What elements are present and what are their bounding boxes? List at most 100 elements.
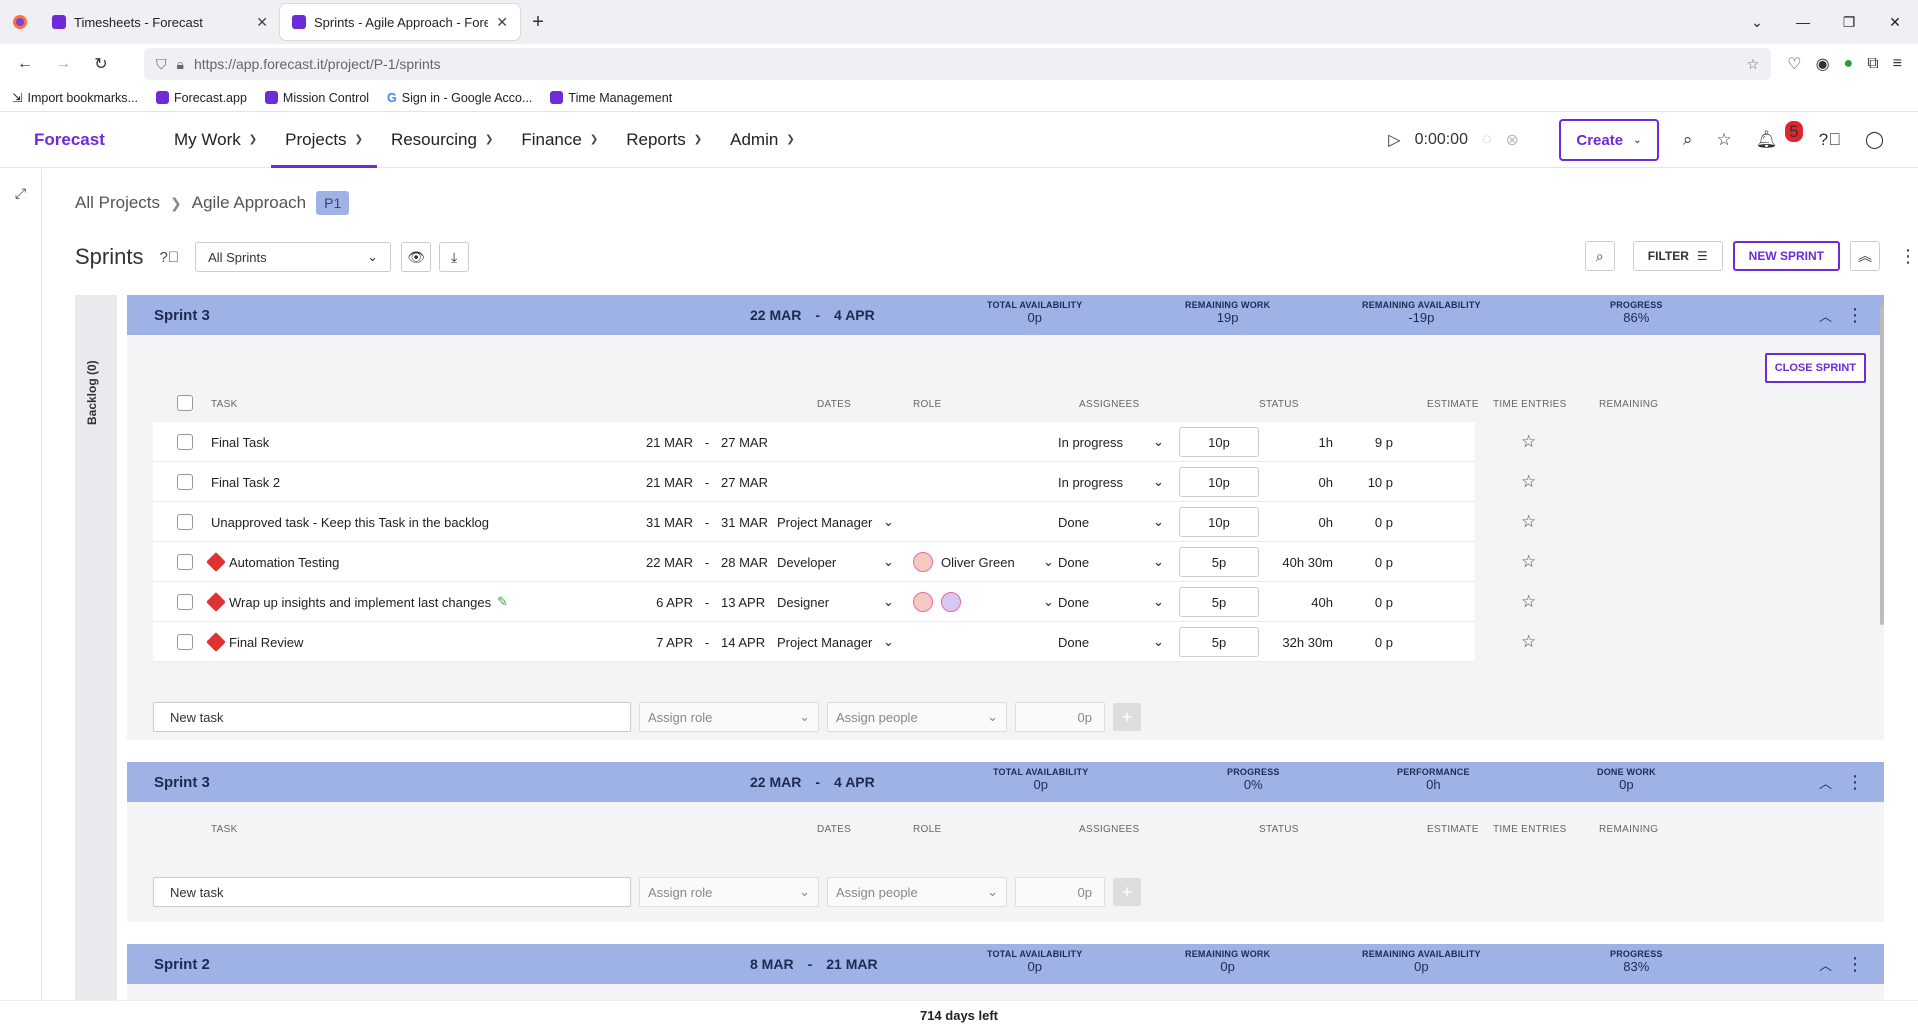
- table-row[interactable]: Final Review 7 APR -14 APR Project Manager ⌄…: [153, 622, 1536, 662]
- assign-role-select[interactable]: Assign role ⌄: [639, 702, 819, 732]
- menu-icon[interactable]: ≡: [1893, 55, 1902, 73]
- table-row[interactable]: Wrap up insights and implement last chan…: [153, 582, 1536, 622]
- more-icon[interactable]: ⋮: [1846, 305, 1864, 326]
- back-icon[interactable]: ←: [10, 55, 40, 73]
- help-circle-icon[interactable]: ?⃝: [159, 249, 179, 266]
- task-start-date[interactable]: 22 MAR: [633, 542, 693, 582]
- create-button[interactable]: Create ⌄: [1558, 119, 1659, 161]
- tab-timesheets[interactable]: Timesheets - Forecast ✕: [40, 4, 280, 40]
- task-estimate-input[interactable]: 5p: [1179, 627, 1259, 657]
- chevron-down-icon[interactable]: ⌄: [1043, 582, 1054, 622]
- bookmark-import[interactable]: ⇲ Import bookmarks...: [12, 90, 138, 106]
- task-name-cell[interactable]: Final Task 2: [211, 462, 280, 502]
- url-text[interactable]: https://app.forecast.it/project/P-1/spri…: [194, 56, 1737, 72]
- add-task-button[interactable]: +: [1113, 878, 1141, 906]
- assign-role-select[interactable]: Assign role ⌄: [639, 877, 819, 907]
- breadcrumb-project[interactable]: Agile Approach: [192, 193, 306, 213]
- task-start-date[interactable]: 21 MAR: [633, 462, 693, 502]
- task-name-cell[interactable]: Final Review: [206, 622, 303, 662]
- chevron-down-icon[interactable]: ⌄: [883, 582, 894, 622]
- collapse-all-button[interactable]: ︽: [1850, 241, 1880, 271]
- task-role[interactable]: Designer: [777, 582, 829, 622]
- star-icon[interactable]: ☆: [1521, 502, 1536, 542]
- task-status[interactable]: Done: [1058, 502, 1089, 542]
- chevron-down-icon[interactable]: ⌄: [883, 622, 894, 662]
- sprint-header[interactable]: Sprint 3 22 MAR -4 APR TOTAL AVAILABILITY…: [127, 762, 1884, 802]
- star-icon[interactable]: ☆: [1521, 582, 1536, 622]
- row-checkbox[interactable]: [177, 542, 193, 582]
- star-icon[interactable]: ☆: [1521, 422, 1536, 462]
- nav-admin[interactable]: Admin ❯: [716, 112, 809, 168]
- task-end-date[interactable]: 13 APR: [721, 582, 765, 622]
- chevron-down-icon[interactable]: ⌄: [1153, 542, 1164, 582]
- chevron-up-icon[interactable]: ︿: [1819, 955, 1832, 974]
- task-estimate-input[interactable]: 5p: [1179, 547, 1259, 577]
- download-button[interactable]: ⤓: [439, 242, 470, 272]
- assignee-cell[interactable]: [913, 582, 969, 622]
- puzzle-icon[interactable]: ⧉: [1867, 55, 1878, 73]
- forward-icon[interactable]: →: [48, 55, 78, 73]
- assignee-cell[interactable]: Oliver Green: [913, 542, 1015, 582]
- task-end-date[interactable]: 27 MAR: [721, 422, 768, 462]
- row-checkbox[interactable]: [177, 422, 193, 462]
- nav-resourcing[interactable]: Resourcing ❯: [377, 112, 507, 168]
- task-start-date[interactable]: 6 APR: [633, 582, 693, 622]
- sprint-filter-select[interactable]: All Sprints ⌄: [195, 242, 392, 272]
- pocket-icon[interactable]: ♡: [1787, 54, 1801, 74]
- task-name-cell[interactable]: Unapproved task - Keep this Task in the …: [211, 502, 489, 542]
- bookmark-forecast[interactable]: Forecast.app: [155, 91, 247, 105]
- task-role[interactable]: Project Manager: [777, 622, 872, 662]
- tab-sprints[interactable]: Sprints - Agile Approach - Forec ✕: [280, 4, 520, 40]
- nav-projects[interactable]: Projects ❯: [271, 112, 377, 168]
- chevron-down-icon[interactable]: ⌄: [1153, 622, 1164, 662]
- task-role[interactable]: Developer: [777, 542, 836, 582]
- task-end-date[interactable]: 14 APR: [721, 622, 765, 662]
- new-task-estimate[interactable]: 0p: [1015, 877, 1105, 907]
- row-checkbox[interactable]: [177, 502, 193, 542]
- chevron-down-icon[interactable]: ⌄: [883, 542, 894, 582]
- window-close-icon[interactable]: ✕: [1872, 14, 1918, 31]
- task-status[interactable]: In progress: [1058, 422, 1123, 462]
- chevron-down-icon[interactable]: ⌄: [1153, 582, 1164, 622]
- row-checkbox[interactable]: [177, 582, 193, 622]
- pencil-icon[interactable]: ✎: [497, 594, 508, 610]
- assign-people-select[interactable]: Assign people ⌄: [827, 702, 1007, 732]
- new-sprint-button[interactable]: NEW SPRINT: [1732, 241, 1840, 271]
- tab-list-icon[interactable]: ⌄: [1734, 14, 1780, 31]
- task-name-cell[interactable]: Final Task: [211, 422, 269, 462]
- new-task-input[interactable]: New task: [153, 877, 631, 907]
- chevron-down-icon[interactable]: ⌄: [1153, 462, 1164, 502]
- bookmark-google[interactable]: G Sign in - Google Acco...: [387, 91, 532, 105]
- task-start-date[interactable]: 31 MAR: [633, 502, 693, 542]
- more-icon[interactable]: ⋮: [1846, 772, 1864, 793]
- new-task-input[interactable]: New task: [153, 702, 631, 732]
- task-name-cell[interactable]: Wrap up insights and implement last chan…: [206, 582, 508, 622]
- table-row[interactable]: Final Task 21 MAR -27 MAR In progress ⌄ 10p 1h…: [153, 422, 1536, 462]
- task-estimate-input[interactable]: 5p: [1179, 587, 1259, 617]
- row-checkbox[interactable]: [177, 622, 193, 662]
- chevron-up-icon[interactable]: ︿: [1819, 773, 1832, 792]
- star-icon[interactable]: ☆: [1521, 542, 1536, 582]
- task-status[interactable]: Done: [1058, 622, 1089, 662]
- close-icon[interactable]: ✕: [256, 14, 268, 31]
- scrollbar[interactable]: [1880, 305, 1884, 625]
- chevron-down-icon[interactable]: ⌄: [883, 502, 894, 542]
- task-status[interactable]: Done: [1058, 582, 1089, 622]
- task-start-date[interactable]: 7 APR: [633, 622, 693, 662]
- more-icon[interactable]: ⋮: [1846, 954, 1864, 975]
- task-name-cell[interactable]: Automation Testing: [206, 542, 339, 582]
- nav-reports[interactable]: Reports ❯: [612, 112, 716, 168]
- expand-icon[interactable]: ⤢: [0, 185, 41, 202]
- sprint-header[interactable]: Sprint 2 8 MAR -21 MAR TOTAL AVAILABILITY…: [127, 944, 1884, 984]
- row-checkbox[interactable]: [177, 462, 193, 502]
- brand-logo[interactable]: Forecast: [0, 130, 160, 150]
- chevron-down-icon[interactable]: ⌄: [1043, 542, 1054, 582]
- extension-icon[interactable]: ◉: [1816, 54, 1830, 74]
- search-icon[interactable]: ⌕: [1683, 130, 1693, 150]
- nav-finance[interactable]: Finance ❯: [507, 112, 612, 168]
- eye-button[interactable]: 👁︎: [401, 242, 432, 272]
- nav-my-work[interactable]: My Work ❯: [160, 112, 271, 168]
- add-task-button[interactable]: +: [1113, 703, 1141, 731]
- table-row[interactable]: Final Task 2 21 MAR -27 MAR In progress ⌄ 10p…: [153, 462, 1536, 502]
- task-estimate-input[interactable]: 10p: [1179, 427, 1259, 457]
